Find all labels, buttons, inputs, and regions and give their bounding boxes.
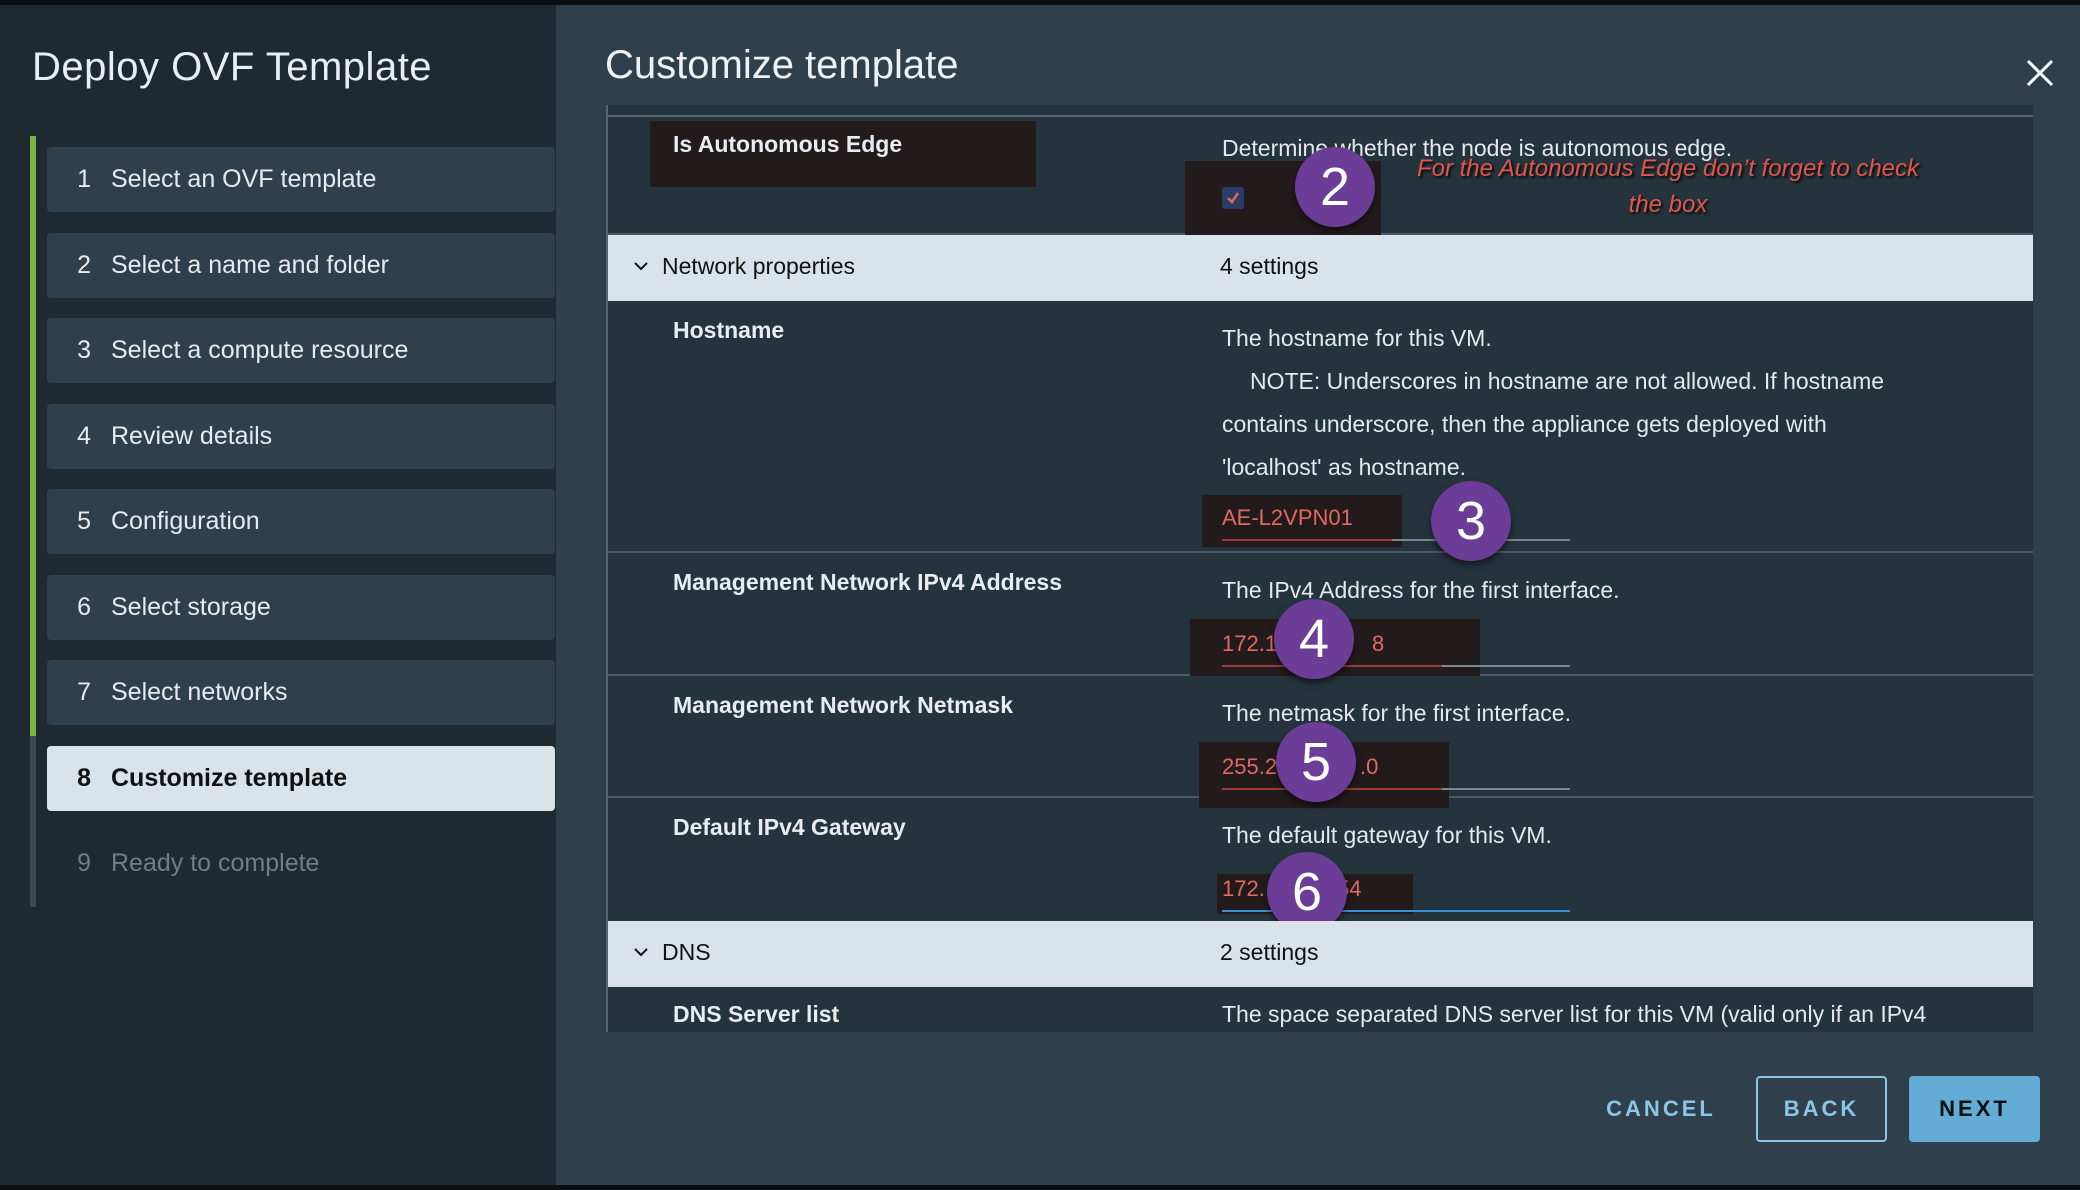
back-button[interactable]: BACK <box>1756 1076 1887 1142</box>
close-icon <box>2026 59 2054 87</box>
management-ipv4-input[interactable]: 172.1 8 <box>1210 623 1570 667</box>
input-value-start: 255.2 <box>1222 754 1278 779</box>
group-header-network-properties[interactable]: Network properties 4 settings <box>608 235 2033 301</box>
annotation-note-line1: For the Autonomous Edge don’t forget to … <box>1416 155 1920 182</box>
property-description: The space separated DNS server list for … <box>1222 1001 1927 1027</box>
wizard-title: Deploy OVF Template <box>32 45 433 89</box>
step-label: Configuration <box>111 507 260 535</box>
wizard-progress-track <box>30 136 36 907</box>
step-label: Review details <box>111 421 273 450</box>
step-label: Select an OVF template <box>111 165 377 193</box>
step-label: Ready to complete <box>111 849 320 877</box>
property-row-default-gateway: Default IPv4 Gateway The default gateway… <box>608 798 2033 932</box>
annotation-badge-4: 4 <box>1274 599 1354 679</box>
step-label: Select a name and folder <box>111 250 389 279</box>
close-button[interactable] <box>2022 55 2058 91</box>
hostname-input[interactable]: AE-L2VPN01 <box>1210 497 1570 541</box>
step-number: 7 <box>77 678 91 706</box>
step-select-ovf-template[interactable]: 1 Select an OVF template <box>47 147 555 212</box>
step-configuration[interactable]: 5 Configuration <box>47 489 555 554</box>
property-description: The IPv4 Address for the first interface… <box>1222 577 1620 603</box>
description-line: 'localhost' as hostname. <box>1222 454 1467 480</box>
annotation-note-line2: the box <box>1628 191 1708 218</box>
description-line: contains underscore, then the appliance … <box>1222 411 1827 437</box>
step-ready-to-complete: 9 Ready to complete <box>47 831 555 896</box>
cancel-button[interactable]: CANCEL <box>1596 1076 1726 1142</box>
property-row-hostname: Hostname The hostname for this VM. NOTE:… <box>608 301 2033 561</box>
annotation-badge-2: 2 <box>1295 147 1375 227</box>
input-value-start: 172. <box>1222 876 1265 901</box>
description-line: NOTE: Underscores in hostname are not al… <box>1250 368 1885 394</box>
property-row-autonomous-edge: Is Autonomous Edge Determine whether the… <box>608 117 2033 235</box>
step-number: 5 <box>77 507 91 535</box>
page-title: Customize template <box>605 43 959 87</box>
step-select-name-folder[interactable]: 2 Select a name and folder <box>47 232 555 298</box>
group-name: DNS <box>662 939 711 965</box>
step-review-details[interactable]: 4 Review details <box>47 403 555 469</box>
step-number: 9 <box>77 849 91 877</box>
chevron-down-icon <box>634 948 648 957</box>
bottom-edge <box>0 1185 2080 1190</box>
step-select-compute-resource[interactable]: 3 Select a compute resource <box>47 318 555 383</box>
properties-table[interactable]: Is Autonomous Edge Determine whether the… <box>606 105 2033 1032</box>
property-row-dns-server-list: DNS Server list The space separated DNS … <box>608 987 2033 1032</box>
step-number: 4 <box>77 421 91 450</box>
step-number: 1 <box>77 165 91 193</box>
description-line: The hostname for this VM. <box>1222 325 1492 351</box>
property-label: Is Autonomous Edge <box>673 131 903 157</box>
step-customize-template[interactable]: 8 Customize template <box>47 745 555 811</box>
checkmark-icon <box>1227 192 1240 204</box>
property-label: Default IPv4 Gateway <box>673 814 906 840</box>
property-row-management-netmask: Management Network Netmask The netmask f… <box>608 676 2033 808</box>
input-value-end: .0 <box>1360 754 1379 779</box>
group-header-dns[interactable]: DNS 2 settings <box>608 921 2033 987</box>
input-value: AE-L2VPN01 <box>1222 505 1353 530</box>
chevron-down-icon <box>634 262 648 271</box>
step-label: Select storage <box>111 592 271 621</box>
default-gateway-input[interactable]: 172. 54 <box>1210 868 1570 912</box>
input-value-end: 8 <box>1372 631 1385 656</box>
step-label: Customize template <box>111 763 348 792</box>
main-panel: Customize template Is Autonomous Edge De… <box>556 5 2080 1185</box>
input-underline-error <box>1222 539 1392 541</box>
property-description: The netmask for the first interface. <box>1222 700 1571 726</box>
annotation-badge-3: 3 <box>1431 481 1511 561</box>
property-label: Hostname <box>673 317 785 343</box>
annotation-badge-6: 6 <box>1267 852 1347 932</box>
annotation-badge-5: 5 <box>1276 722 1356 802</box>
wizard-sidebar: Deploy OVF Template 1 Select an OVF templ… <box>0 5 556 1185</box>
step-select-storage[interactable]: 6 Select storage <box>47 574 555 640</box>
property-label: Management Network IPv4 Address <box>673 569 1062 595</box>
autonomous-edge-checkbox[interactable] <box>1222 187 1244 209</box>
property-label: Management Network Netmask <box>673 692 1013 718</box>
group-name: Network properties <box>662 253 856 279</box>
step-select-networks[interactable]: 7 Select networks <box>47 660 555 725</box>
wizard-progress-fill <box>30 136 36 736</box>
next-button[interactable]: NEXT <box>1909 1076 2040 1142</box>
group-settings-count: 2 settings <box>1220 939 1319 965</box>
annotation-note: For the Autonomous Edge don’t forget to … <box>1388 151 1948 223</box>
group-settings-count: 4 settings <box>1220 253 1319 279</box>
property-description: The default gateway for this VM. <box>1222 822 1552 848</box>
wizard-steps: 1 Select an OVF template 2 Select a name a… <box>47 147 555 917</box>
property-row-management-ipv4: Management Network IPv4 Address The IPv4… <box>608 553 2033 679</box>
step-label: Select networks <box>111 678 288 706</box>
property-description: The hostname for this VM. NOTE: Undersco… <box>1222 317 2012 489</box>
step-number: 3 <box>77 336 91 364</box>
step-label: Select a compute resource <box>111 336 409 364</box>
step-number: 2 <box>77 250 91 279</box>
property-label: DNS Server list <box>673 1001 840 1027</box>
step-number: 6 <box>77 592 91 621</box>
step-number: 8 <box>77 763 91 792</box>
input-value-start: 172.1 <box>1222 631 1278 656</box>
management-netmask-input[interactable]: 255.2 .0 <box>1210 746 1570 790</box>
